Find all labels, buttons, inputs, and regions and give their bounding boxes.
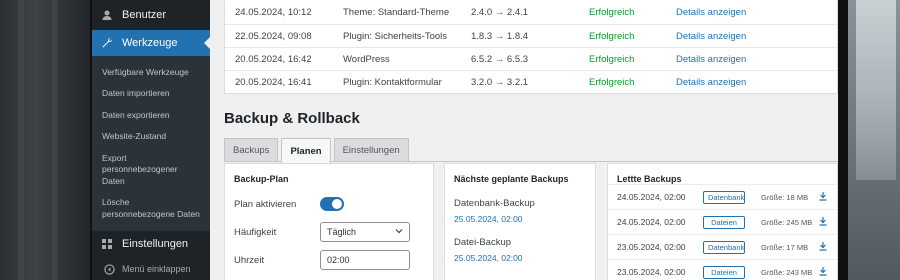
- log-version: 1.8.3 → 1.8.4: [471, 30, 529, 42]
- log-version: 3.2.0 → 3.2.1: [471, 76, 529, 88]
- download-icon[interactable]: [818, 216, 828, 228]
- tab-settings[interactable]: Einstellungen: [333, 138, 409, 161]
- log-version: 6.5.2 → 6.5.3: [471, 53, 529, 65]
- table-row: 20.05.2024, 16:41 Plugin: Kontaktformula…: [225, 70, 837, 93]
- log-date: 20.05.2024, 16:42: [235, 53, 312, 65]
- collapse-icon: [102, 262, 116, 276]
- list-item: Datenbank-Backup 25.05.2024, 02:00: [445, 184, 595, 224]
- submenu-item-site-health[interactable]: Website-Zustand: [92, 126, 210, 147]
- background-left: [0, 0, 90, 280]
- log-item: Plugin: Kontaktformular: [343, 76, 442, 88]
- backup-type-badge: Dateien: [703, 215, 745, 229]
- download-icon[interactable]: [818, 266, 828, 278]
- next-backup-date: 25.05.2024, 02:00: [454, 253, 523, 263]
- next-backup-name: Datei-Backup: [454, 237, 512, 248]
- plan-activate-label: Plan aktivieren: [234, 198, 297, 210]
- submenu-item-export-personal-data[interactable]: Export personnebezogener Daten: [92, 148, 210, 192]
- details-link[interactable]: Details anzeigen: [676, 54, 746, 65]
- sidebar-item-users-label: Benutzer: [122, 9, 167, 21]
- sidebar-item-users[interactable]: Benutzer: [92, 0, 210, 30]
- log-status: Erfolgreich: [589, 7, 635, 18]
- log-item: Plugin: Sicherheits-Tools: [343, 30, 448, 42]
- next-backups-title: Nächste geplante Backups: [454, 174, 569, 184]
- log-version: 2.4.0 → 2.4.1: [471, 7, 529, 18]
- frequency-value: Täglich: [327, 227, 357, 237]
- log-status: Erfolgreich: [589, 30, 635, 42]
- admin-screen: Benutzer Werkzeuge Verfügbare Werkzeuge …: [90, 0, 848, 280]
- settings-icon: [100, 237, 114, 251]
- log-status: Erfolgreich: [589, 53, 635, 65]
- next-backups-card: Nächste geplante Backups Datenbank-Backu…: [444, 163, 596, 280]
- tools-submenu: Verfügbare Werkzeuge Daten importieren D…: [92, 56, 210, 232]
- section-title: Backup & Rollback: [224, 110, 360, 127]
- backup-type-badge: Dateien: [703, 265, 745, 279]
- plan-activate-toggle[interactable]: [320, 197, 344, 211]
- recent-backups-card: Lettte Backups 24.05.2024, 02:00 Datenba…: [607, 163, 838, 280]
- submenu-item-export[interactable]: Daten exportieren: [92, 105, 210, 126]
- details-link[interactable]: Details anzeigen: [676, 31, 746, 42]
- frequency-select[interactable]: Täglich: [320, 222, 410, 242]
- backup-size: Größe: 243 MB: [761, 267, 813, 277]
- main-content: 24.05.2024, 10:12 Theme: Standard-Theme …: [210, 0, 838, 280]
- submenu-item-available-tools[interactable]: Verfügbare Werkzeuge: [92, 62, 210, 83]
- background-right: [848, 0, 900, 280]
- sidebar-item-settings[interactable]: Einstellungen: [92, 231, 210, 257]
- plan-activate-row: Plan aktivieren: [225, 190, 433, 218]
- recent-backups-title: Lettte Backups: [617, 174, 682, 184]
- sidebar-item-tools-label: Werkzeuge: [122, 37, 178, 49]
- backup-plan-card: Backup-Plan Plan aktivieren Häufigkeit T…: [224, 163, 434, 280]
- log-date: 24.05.2024, 10:12: [235, 7, 312, 18]
- sidebar-item-tools[interactable]: Werkzeuge: [92, 30, 210, 56]
- collapse-menu-label: Menü einklappen: [122, 264, 191, 275]
- backup-date: 23.05.2024, 02:00: [617, 267, 686, 277]
- table-row: 24.05.2024, 02:00 Dateien Größe: 245 MB: [608, 209, 837, 234]
- details-link[interactable]: Details anzeigen: [676, 7, 746, 18]
- backup-date: 24.05.2024, 02:00: [617, 217, 686, 227]
- submenu-item-import[interactable]: Daten importieren: [92, 83, 210, 104]
- table-row: 23.05.2024, 02:00 Dateien Größe: 243 MB: [608, 259, 837, 280]
- frequency-label: Häufigkeit: [234, 226, 277, 238]
- frequency-row: Häufigkeit Täglich: [225, 218, 433, 246]
- sidebar-item-settings-label: Einstellungen: [122, 238, 189, 251]
- backup-size: Größe: 245 MB: [761, 217, 813, 227]
- backup-type-badge: Datenbank: [703, 190, 745, 204]
- backup-date: 24.05.2024, 02:00: [617, 192, 686, 202]
- next-backup-date: 25.05.2024, 02:00: [454, 214, 523, 224]
- wrench-icon: [100, 36, 114, 50]
- table-row: 23.05.2024, 02:00 Datenbank Größe: 17 MB: [608, 234, 837, 259]
- time-input[interactable]: 02:00: [320, 250, 410, 270]
- time-label: Uhrzeit: [234, 254, 265, 266]
- time-row: Uhrzeit 02:00: [225, 246, 433, 274]
- download-icon[interactable]: [818, 191, 828, 203]
- log-date: 20.05.2024, 16:41: [235, 76, 312, 88]
- table-row: 24.05.2024, 10:12 Theme: Standard-Theme …: [225, 0, 837, 24]
- details-link[interactable]: Details anzeigen: [676, 77, 746, 88]
- log-status: Erfolgreich: [589, 76, 635, 88]
- backup-size: Größe: 18 MB: [761, 192, 809, 202]
- next-backup-name: Datenbank-Backup: [454, 198, 535, 209]
- admin-sidebar: Benutzer Werkzeuge Verfügbare Werkzeuge …: [92, 0, 210, 280]
- submenu-item-erase-personal-data[interactable]: Lösche personnebezogene Daten: [92, 192, 210, 225]
- log-date: 22.05.2024, 09:08: [235, 30, 312, 42]
- backup-tabs: Backups Planen Einstellungen: [224, 138, 838, 163]
- users-icon: [100, 8, 114, 22]
- tab-schedule[interactable]: Planen: [281, 138, 331, 163]
- table-row: 22.05.2024, 09:08 Plugin: Sicherheits-To…: [225, 24, 837, 47]
- backup-size: Größe: 17 MB: [761, 242, 809, 252]
- log-item: Theme: Standard-Theme: [343, 7, 450, 18]
- backup-type-badge: Datenbank: [703, 240, 745, 254]
- backup-date: 23.05.2024, 02:00: [617, 242, 686, 252]
- list-item: Datei-Backup 25.05.2024, 02:00: [445, 224, 595, 263]
- tab-backups[interactable]: Backups: [224, 138, 279, 161]
- update-log-table: 24.05.2024, 10:12 Theme: Standard-Theme …: [224, 0, 838, 94]
- log-item: WordPress: [343, 53, 390, 65]
- download-icon[interactable]: [818, 241, 828, 253]
- backup-plan-title: Backup-Plan: [234, 174, 289, 184]
- collapse-menu-button[interactable]: Menü einklappen: [92, 257, 210, 280]
- table-row: 24.05.2024, 02:00 Datenbank Größe: 18 MB: [608, 184, 837, 209]
- table-row: 20.05.2024, 16:42 WordPress 6.5.2 → 6.5.…: [225, 47, 837, 70]
- chevron-down-icon: [395, 227, 403, 237]
